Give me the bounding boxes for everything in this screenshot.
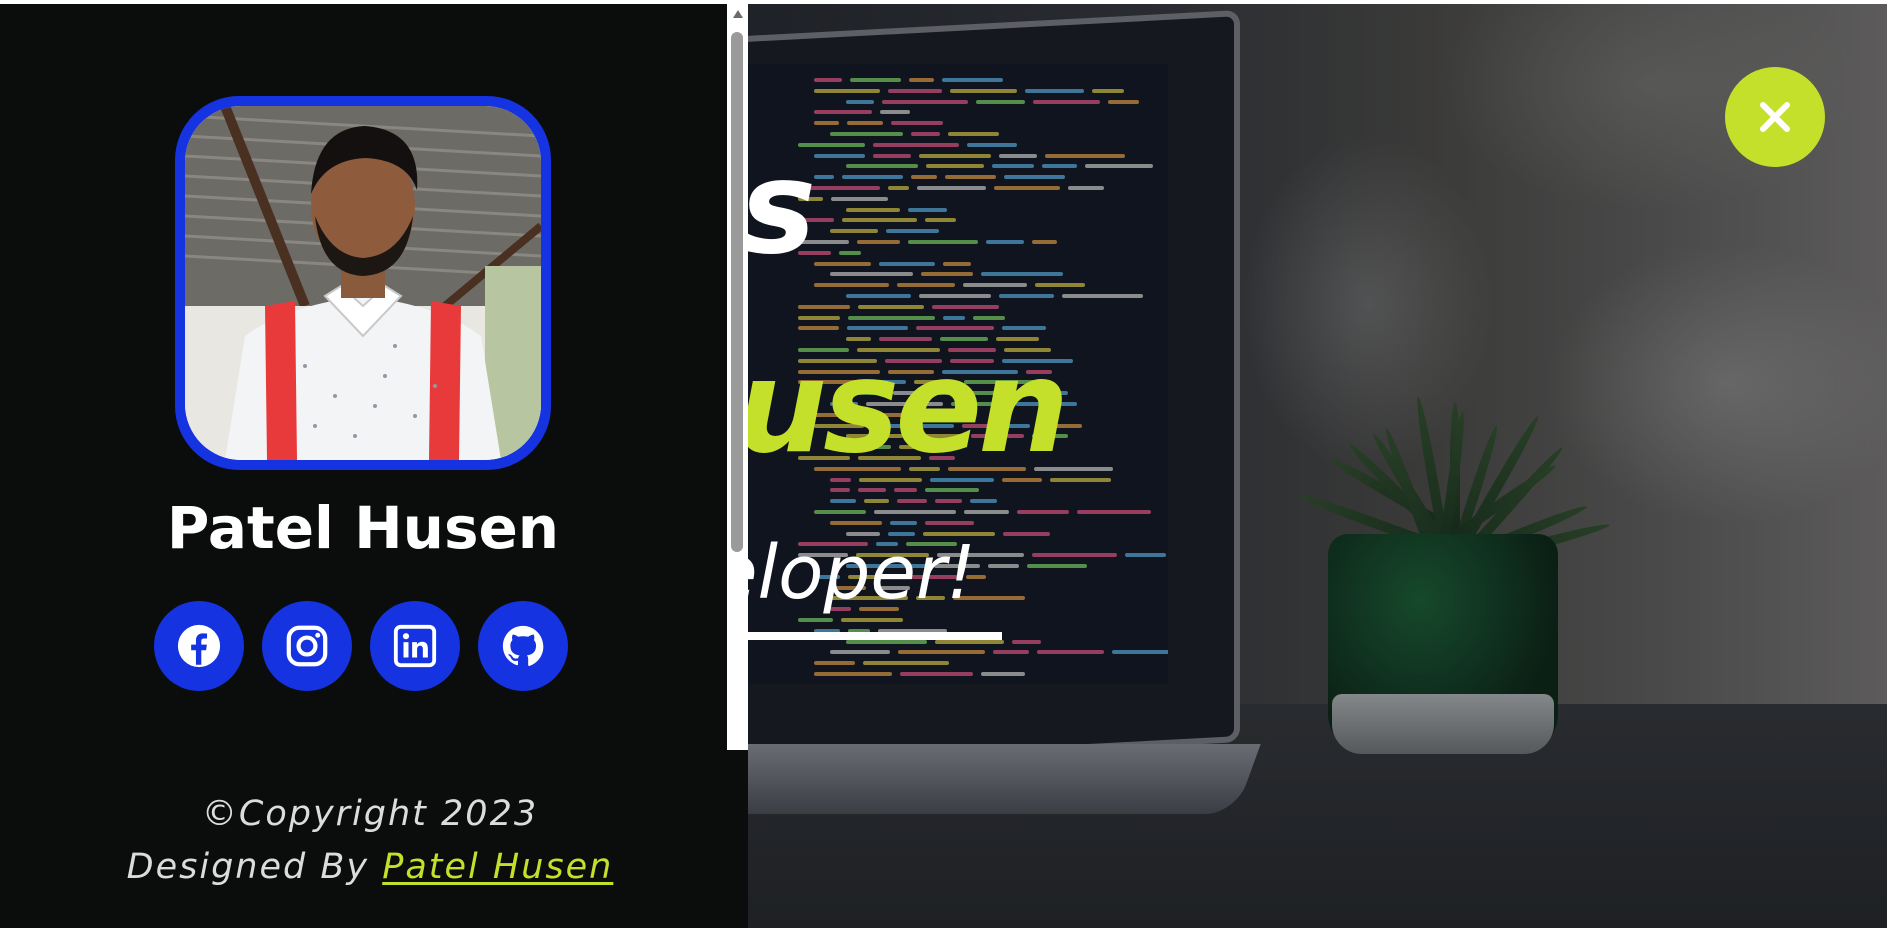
avatar bbox=[185, 106, 541, 460]
copyright-text: ©Copyright 2023 bbox=[201, 794, 539, 834]
instagram-icon bbox=[286, 625, 328, 667]
linkedin-link[interactable] bbox=[370, 601, 460, 691]
scroll-thumb[interactable] bbox=[731, 32, 743, 552]
designer-link[interactable]: Patel Husen bbox=[382, 847, 613, 887]
close-button[interactable] bbox=[1725, 67, 1825, 167]
close-icon bbox=[1760, 102, 1790, 132]
page: is usen eloper! bbox=[0, 0, 1887, 928]
sidebar-scrollbar[interactable] bbox=[727, 4, 748, 750]
designed-by-prefix: Designed By bbox=[126, 847, 383, 887]
hero-background bbox=[748, 4, 1887, 928]
profile-photo bbox=[185, 106, 541, 460]
scroll-up-arrow[interactable] bbox=[733, 10, 743, 18]
designed-by: Designed By Patel Husen bbox=[0, 847, 740, 887]
social-links bbox=[154, 601, 568, 691]
facebook-icon bbox=[177, 624, 221, 668]
avatar-frame bbox=[175, 96, 551, 470]
profile-name: Patel Husen bbox=[166, 494, 560, 562]
facebook-link[interactable] bbox=[154, 601, 244, 691]
github-icon bbox=[502, 625, 544, 666]
instagram-link[interactable] bbox=[262, 601, 352, 691]
github-link[interactable] bbox=[478, 601, 568, 691]
linkedin-icon bbox=[393, 624, 437, 668]
sidebar-panel: Patel Husen ©Copyright 2023 Designed By … bbox=[0, 4, 748, 928]
